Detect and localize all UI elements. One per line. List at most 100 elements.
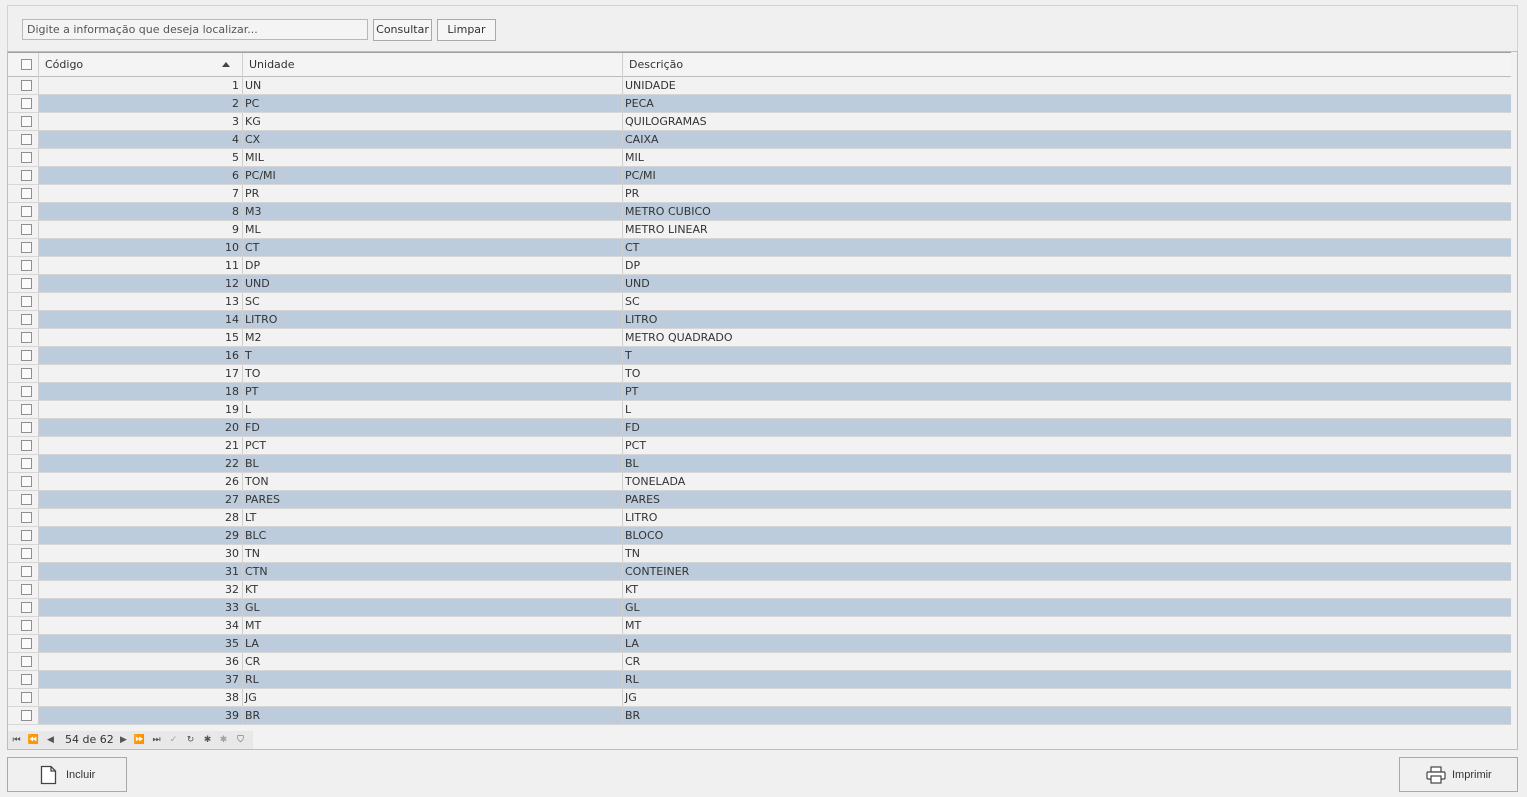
row-checkbox[interactable] <box>21 602 32 613</box>
row-checkbox[interactable] <box>21 116 32 127</box>
row-checkbox[interactable] <box>21 530 32 541</box>
filter-icon[interactable]: ⛉ <box>234 734 247 746</box>
column-header-unidade[interactable]: Unidade <box>243 53 623 77</box>
row-checkbox[interactable] <box>21 296 32 307</box>
row-select-cell <box>8 419 39 436</box>
row-checkbox[interactable] <box>21 278 32 289</box>
row-checkbox[interactable] <box>21 188 32 199</box>
row-checkbox[interactable] <box>21 566 32 577</box>
row-checkbox[interactable] <box>21 314 32 325</box>
table-row[interactable]: 2 PC PECA <box>8 95 1511 113</box>
previous-page-icon[interactable]: ⏪ <box>27 734 40 746</box>
imprimir-label: Imprimir <box>1452 769 1492 781</box>
row-checkbox[interactable] <box>21 692 32 703</box>
table-row[interactable]: 16 T T <box>8 347 1511 365</box>
table-row[interactable]: 6 PC/MI PC/MI <box>8 167 1511 185</box>
table-row[interactable]: 7 PR PR <box>8 185 1511 203</box>
row-checkbox[interactable] <box>21 476 32 487</box>
row-checkbox[interactable] <box>21 332 32 343</box>
row-checkbox[interactable] <box>21 404 32 415</box>
table-row[interactable]: 12 UND UND <box>8 275 1511 293</box>
row-checkbox[interactable] <box>21 440 32 451</box>
next-record-icon[interactable]: ▶ <box>117 734 130 746</box>
row-checkbox[interactable] <box>21 548 32 559</box>
row-checkbox[interactable] <box>21 98 32 109</box>
new-record-icon[interactable]: ✱ <box>201 734 214 746</box>
table-row[interactable]: 27 PARES PARES <box>8 491 1511 509</box>
next-page-icon[interactable]: ⏩ <box>133 734 146 746</box>
row-checkbox[interactable] <box>21 206 32 217</box>
row-checkbox[interactable] <box>21 422 32 433</box>
row-checkbox[interactable] <box>21 638 32 649</box>
table-row[interactable]: 39 BR BR <box>8 707 1511 725</box>
row-checkbox[interactable] <box>21 170 32 181</box>
row-checkbox[interactable] <box>21 656 32 667</box>
row-select-cell <box>8 455 39 472</box>
select-all-checkbox[interactable] <box>21 59 32 70</box>
table-row[interactable]: 11 DP DP <box>8 257 1511 275</box>
consultar-button[interactable]: Consultar <box>373 19 432 41</box>
table-row[interactable]: 18 PT PT <box>8 383 1511 401</box>
cell-codigo: 35 <box>39 635 243 652</box>
limpar-button[interactable]: Limpar <box>437 19 496 41</box>
table-row[interactable]: 34 MT MT <box>8 617 1511 635</box>
row-checkbox[interactable] <box>21 386 32 397</box>
table-row[interactable]: 32 KT KT <box>8 581 1511 599</box>
search-input[interactable] <box>22 19 368 40</box>
row-checkbox[interactable] <box>21 242 32 253</box>
row-checkbox[interactable] <box>21 224 32 235</box>
table-row[interactable]: 1 UN UNIDADE <box>8 77 1511 95</box>
table-row[interactable]: 8 M3 METRO CUBICO <box>8 203 1511 221</box>
row-checkbox[interactable] <box>21 152 32 163</box>
table-row[interactable]: 35 LA LA <box>8 635 1511 653</box>
table-row[interactable]: 29 BLC BLOCO <box>8 527 1511 545</box>
row-checkbox[interactable] <box>21 584 32 595</box>
table-row[interactable]: 28 LT LITRO <box>8 509 1511 527</box>
previous-record-icon[interactable]: ◀ <box>44 734 57 746</box>
table-row[interactable]: 33 GL GL <box>8 599 1511 617</box>
table-row[interactable]: 4 CX CAIXA <box>8 131 1511 149</box>
table-row[interactable]: 15 M2 METRO QUADRADO <box>8 329 1511 347</box>
imprimir-button[interactable]: Imprimir <box>1399 757 1518 792</box>
table-row[interactable]: 3 KG QUILOGRAMAS <box>8 113 1511 131</box>
row-checkbox[interactable] <box>21 458 32 469</box>
row-select-cell <box>8 77 39 94</box>
row-select-cell <box>8 149 39 166</box>
confirm-icon[interactable]: ✓ <box>167 734 180 746</box>
row-checkbox[interactable] <box>21 710 32 721</box>
row-checkbox[interactable] <box>21 134 32 145</box>
row-checkbox[interactable] <box>21 260 32 271</box>
table-row[interactable]: 38 JG JG <box>8 689 1511 707</box>
column-header-descricao[interactable]: Descrição <box>623 53 1511 77</box>
table-row[interactable]: 10 CT CT <box>8 239 1511 257</box>
refresh-icon[interactable]: ↻ <box>184 734 197 746</box>
row-checkbox[interactable] <box>21 80 32 91</box>
table-row[interactable]: 13 SC SC <box>8 293 1511 311</box>
row-checkbox[interactable] <box>21 368 32 379</box>
row-checkbox[interactable] <box>21 674 32 685</box>
table-row[interactable]: 17 TO TO <box>8 365 1511 383</box>
last-page-icon[interactable]: ⏭ <box>150 734 163 746</box>
table-row[interactable]: 19 L L <box>8 401 1511 419</box>
cell-descricao: L <box>625 403 632 416</box>
table-row[interactable]: 9 ML METRO LINEAR <box>8 221 1511 239</box>
first-page-icon[interactable]: ⏮ <box>10 734 23 746</box>
row-checkbox[interactable] <box>21 494 32 505</box>
copy-record-icon[interactable]: ✱ <box>217 734 230 746</box>
table-row[interactable]: 20 FD FD <box>8 419 1511 437</box>
row-checkbox[interactable] <box>21 620 32 631</box>
table-row[interactable]: 14 LITRO LITRO <box>8 311 1511 329</box>
table-row[interactable]: 37 RL RL <box>8 671 1511 689</box>
table-row[interactable]: 31 CTN CONTEINER <box>8 563 1511 581</box>
incluir-button[interactable]: Incluir <box>7 757 127 792</box>
table-row[interactable]: 36 CR CR <box>8 653 1511 671</box>
table-row[interactable]: 21 PCT PCT <box>8 437 1511 455</box>
table-row[interactable]: 26 TON TONELADA <box>8 473 1511 491</box>
row-checkbox[interactable] <box>21 350 32 361</box>
row-checkbox[interactable] <box>21 512 32 523</box>
cell-codigo: 39 <box>39 707 243 724</box>
table-row[interactable]: 22 BL BL <box>8 455 1511 473</box>
column-header-codigo[interactable]: Código <box>39 53 243 77</box>
table-row[interactable]: 5 MIL MIL <box>8 149 1511 167</box>
table-row[interactable]: 30 TN TN <box>8 545 1511 563</box>
